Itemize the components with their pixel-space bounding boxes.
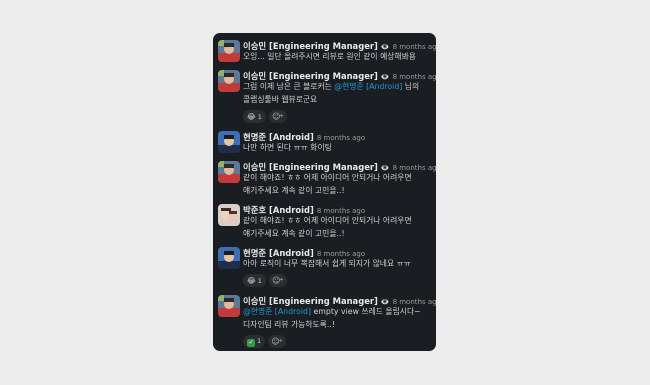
reaction-bar: ✓ 1 ☺+ [243, 335, 433, 348]
reaction-bar: 😂 1 ☺+ [243, 274, 433, 287]
add-reaction-icon: ☺+ [272, 276, 284, 285]
add-reaction-icon: ☺+ [272, 112, 284, 121]
avatar[interactable] [218, 204, 240, 226]
reaction-count: 1 [257, 337, 262, 345]
avatar-hyun-image [218, 131, 240, 153]
message-text: 같이 해야죠! ㅎㅎ 어제 아이디어 안되거나 어려우면 얘기주세요 계속 같이… [243, 173, 412, 195]
reaction-count: 1 [257, 113, 262, 121]
avatar-lee-image [218, 295, 240, 317]
laughing-emoji-icon: 😂 [247, 276, 256, 285]
message-text: 오잉... 일단 올려주시면 리뷰로 원인 같이 예상해봐용 [243, 52, 416, 61]
avatar-park-image [218, 204, 240, 226]
avatar-lee-image [218, 161, 240, 183]
reaction-count: 1 [257, 277, 262, 285]
add-reaction-button[interactable]: ☺+ [268, 274, 287, 287]
message-text: 아아 로직이 너무 복잡해서 쉽게 되지가 않네요 ㅠㅠ [243, 259, 411, 268]
user-mention[interactable]: @현명준 [Android] [243, 307, 311, 316]
avatar[interactable] [218, 40, 240, 62]
reaction-pill[interactable]: 😂 1 [243, 110, 266, 123]
reaction-pill[interactable]: 😂 1 [243, 274, 266, 287]
reaction-bar: 😂 1 ☺+ [243, 110, 433, 123]
message-text: 같이 해야죠! ㅎㅎ 어제 아이디어 안되거나 어려우면 얘기주세요 계속 같이… [243, 216, 412, 238]
check-mark-icon: ✓ [247, 339, 255, 347]
avatar-hyun-image [218, 247, 240, 269]
message-text-part: 그럼 이제 남은 큰 블로커는 [243, 82, 335, 91]
message-text: 그럼 이제 남은 큰 블로커는 @현명준 [Android] 님의 콜랩싱툴바 … [243, 80, 433, 106]
avatar[interactable] [218, 70, 240, 92]
add-reaction-icon: ☺+ [271, 337, 283, 346]
avatar-lee-image [218, 40, 240, 62]
add-reaction-button[interactable]: ☺+ [268, 335, 287, 348]
user-mention[interactable]: @현명준 [Android] [334, 82, 402, 91]
avatar[interactable] [218, 247, 240, 269]
message-thread-panel: 이승민 [Engineering Manager]👁️8 months ago … [213, 33, 436, 351]
avatar[interactable] [218, 131, 240, 153]
laughing-emoji-icon: 😂 [247, 112, 256, 121]
reaction-pill[interactable]: ✓ 1 [243, 335, 266, 348]
avatar-lee-image [218, 70, 240, 92]
avatar[interactable] [218, 161, 240, 183]
add-reaction-button[interactable]: ☺+ [268, 110, 287, 123]
message-text: @현명준 [Android] empty view 쓰레드 올립시다~ 디자인팀… [243, 305, 433, 331]
avatar[interactable] [218, 295, 240, 317]
message-text: 나만 하면 된다 ㅠㅠ 화이팅 [243, 143, 332, 152]
